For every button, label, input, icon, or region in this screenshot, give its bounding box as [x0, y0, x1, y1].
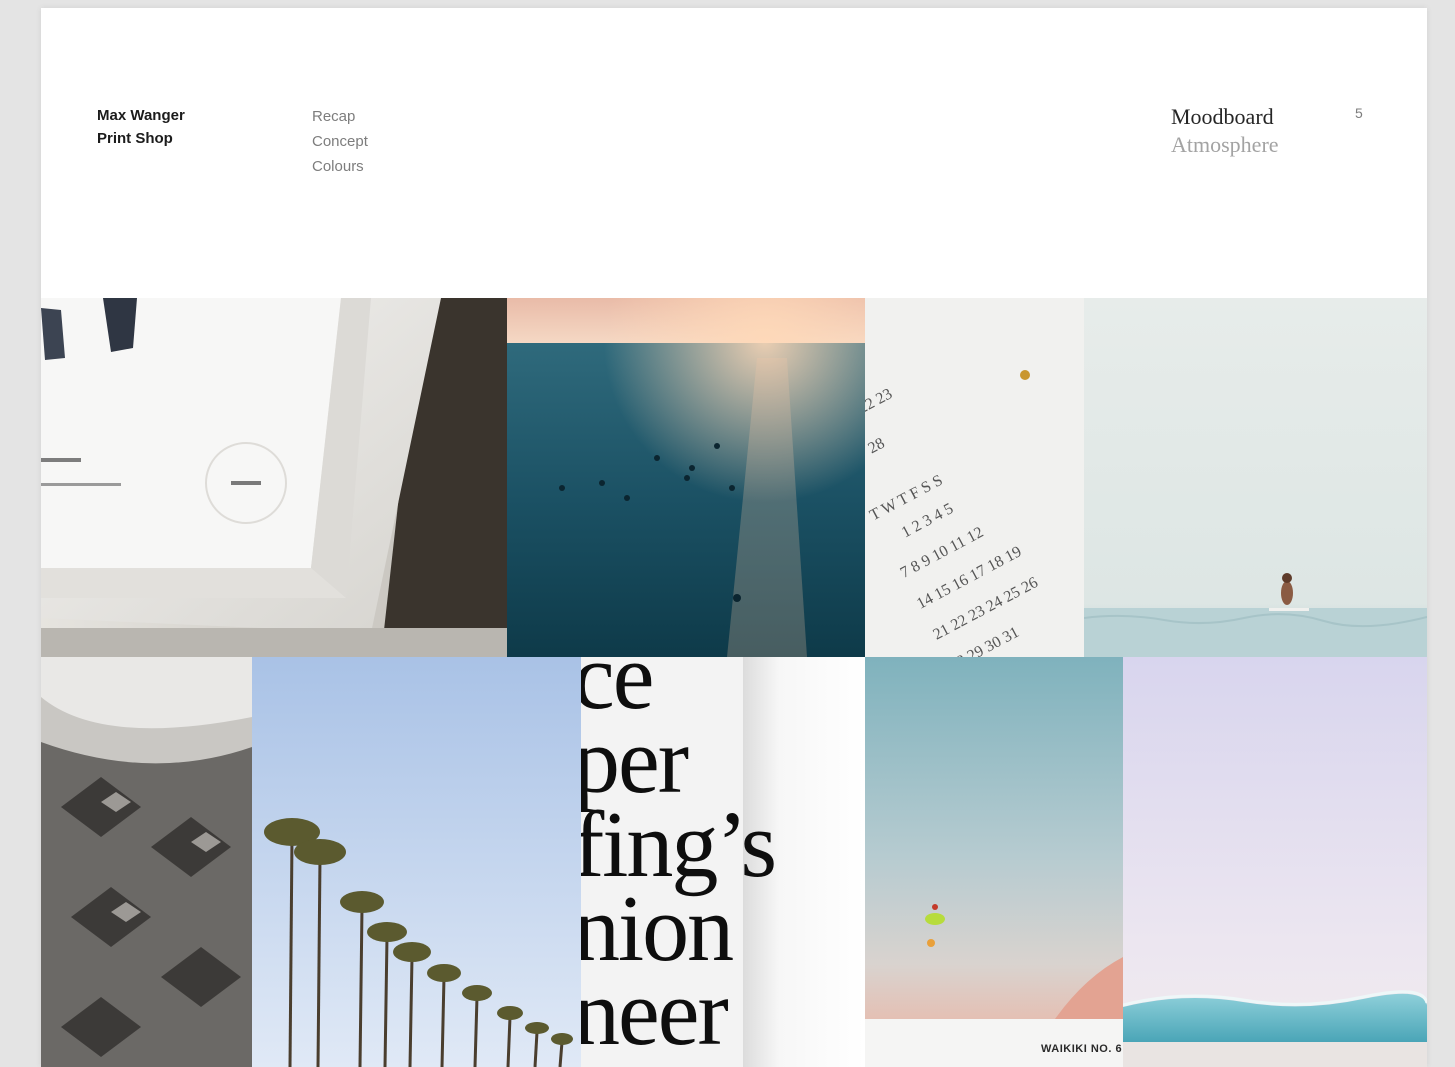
section-title: Moodboard [1171, 104, 1274, 129]
aerial-beach-illustration [865, 657, 1123, 1067]
page-number: 5 [1355, 105, 1363, 121]
photo-palm-trees [252, 657, 581, 1067]
section-subtitle: Atmosphere [1171, 132, 1279, 157]
type-word-5: neer [581, 961, 729, 1065]
photo-breaking-wave [1123, 657, 1427, 1067]
wave-illustration [1123, 657, 1427, 1067]
photo-surfer-calm-sea [1084, 298, 1427, 657]
nav-link-colours[interactable]: Colours [312, 154, 368, 179]
brand-line-2: Print Shop [97, 130, 173, 147]
nav-link-concept[interactable]: Concept [312, 129, 368, 154]
nav-link-recap[interactable]: Recap [312, 104, 368, 129]
photo-editorial-typography: ce per fing’s nion neer [581, 657, 865, 1067]
calendar-illustration: 20 21 22 23 27 28 T W T F S S 1 2 3 4 5 … [865, 298, 1084, 657]
surfer-illustration [1084, 298, 1427, 657]
photo-aerial-beach: WAIKIKI NO. 6 [865, 657, 1123, 1067]
moodboard-page: Max Wanger Print Shop Recap Concept Colo… [41, 8, 1427, 1067]
photo-patterned-blanket [41, 657, 252, 1067]
brand-line-1: Max Wanger [97, 107, 185, 124]
section-heading: Moodboard Atmosphere [1171, 103, 1279, 159]
photo-framed-print [41, 298, 507, 657]
sunset-ocean-illustration [507, 298, 865, 657]
palm-trees-illustration [252, 657, 581, 1067]
brand-name[interactable]: Max Wanger Print Shop [97, 104, 185, 150]
aerial-caption: WAIKIKI NO. 6 [1041, 1043, 1123, 1055]
section-nav: Recap Concept Colours [312, 104, 368, 179]
type-word-4: nion [581, 877, 734, 981]
type-word-2: per [581, 709, 689, 813]
type-word-3: fing’s [581, 793, 777, 897]
blanket-illustration [41, 657, 252, 1067]
photo-sunset-ocean [507, 298, 865, 657]
framed-print-illustration [41, 298, 507, 657]
typography-words: ce per fing’s nion neer [581, 657, 777, 1065]
photo-calendar: 20 21 22 23 27 28 T W T F S S 1 2 3 4 5 … [865, 298, 1084, 657]
